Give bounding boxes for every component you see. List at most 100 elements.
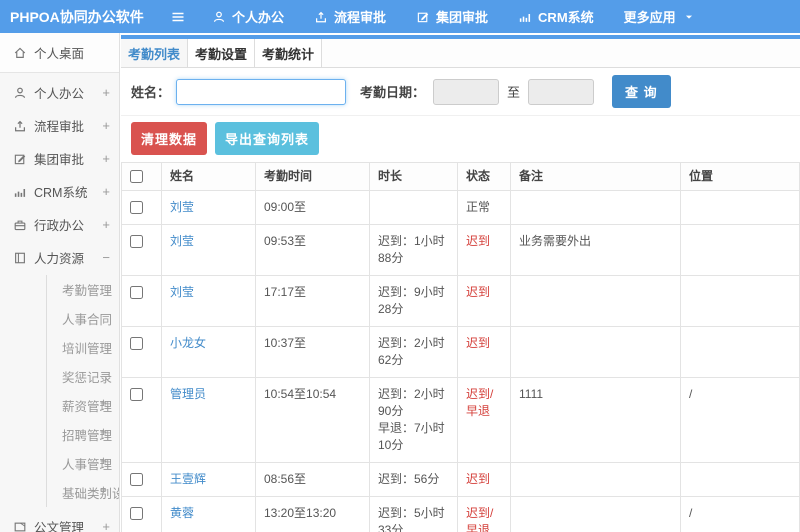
remark-cell	[510, 275, 681, 327]
table-row: 刘莹 09:53至 迟到：1小时88分 迟到 业务需要外出	[121, 224, 800, 276]
duration-cell: 迟到：5小时33分 早退：4小时67分	[369, 496, 458, 532]
attendance-time-cell: 08:56至	[255, 462, 370, 497]
topbar: PHPOA协同办公软件 个人办公 流程审批 集团审批 CRM系统 更多应用	[0, 0, 800, 33]
sidebar: 个人桌面 个人办公 + 流程审批 + 集团审批 + CRM系统 + 行政办公 + 人力资源 − 考勤管理人…	[0, 33, 120, 532]
attendance-time-cell: 10:37至	[255, 326, 370, 378]
topnav-item-0[interactable]: 个人办公	[212, 7, 284, 26]
tab-2[interactable]: 考勤统计	[255, 39, 322, 67]
topnav-item-1[interactable]: 流程审批	[314, 7, 386, 26]
table-header-row: 姓名 考勤时间 时长 状态 备注 位置	[121, 162, 800, 191]
row-checkbox[interactable]	[130, 388, 143, 402]
menu-icon	[172, 12, 184, 21]
sidebar-item-6[interactable]: 人力资源 −	[0, 241, 119, 274]
expand-toggle-icon: +	[102, 184, 110, 199]
query-button[interactable]: 查 询	[612, 75, 671, 108]
expand-toggle-icon: +	[99, 483, 107, 497]
attendance-time-cell: 09:53至	[255, 224, 370, 276]
topnav-item-label: 个人办公	[232, 10, 285, 25]
remark-cell	[510, 462, 681, 497]
hr-icon	[15, 252, 25, 263]
sidebar-submenu: 考勤管理人事合同培训管理奖惩记录薪资管理+招聘管理+人事管理+基础类别设置+	[46, 275, 119, 507]
remark-cell	[510, 190, 681, 225]
topnav-item-2[interactable]: 集团审批	[416, 7, 488, 26]
expand-toggle-icon: +	[99, 396, 107, 410]
table-row: 小龙女 10:37至 迟到：2小时62分 迟到	[121, 326, 800, 378]
sidebar-subitem-6-4[interactable]: 薪资管理 +	[47, 391, 119, 420]
clear-data-button[interactable]: 清理数据	[131, 122, 208, 155]
export-list-button[interactable]: 导出查询列表	[215, 122, 320, 155]
status-cell: 正常	[457, 190, 511, 225]
sidebar-subitem-6-7[interactable]: 基础类别设置+	[47, 478, 119, 507]
location-cell	[680, 190, 800, 225]
duration-cell	[369, 190, 458, 225]
sidebar-item-2[interactable]: 流程审批 +	[0, 109, 119, 142]
filter-form: 姓名： 考勤日期： 至 查 询	[121, 68, 800, 116]
expand-toggle-icon: +	[102, 118, 110, 133]
sidebar-item-7[interactable]: 公文管理 +	[0, 510, 119, 532]
row-checkbox[interactable]	[130, 473, 143, 487]
table-row: 刘莹 09:00至 正常	[121, 190, 800, 225]
sidebar-item-label: 流程审批	[34, 120, 85, 134]
duration-cell: 迟到：9小时28分	[369, 275, 458, 327]
table-row: 刘莹 17:17至 迟到：9小时28分 迟到	[121, 275, 800, 327]
attendance-time-cell: 13:20至13:20	[255, 496, 370, 532]
row-checkbox[interactable]	[130, 235, 143, 249]
menu-toggle-button[interactable]	[158, 9, 198, 25]
user-icon	[14, 87, 26, 98]
row-checkbox[interactable]	[130, 286, 143, 300]
sidebar-item-label: 个人办公	[34, 87, 85, 101]
employee-name-link[interactable]: 小龙女	[170, 336, 206, 350]
employee-name-link[interactable]: 刘莹	[170, 285, 194, 299]
chart-icon	[519, 13, 531, 22]
sidebar-subitem-6-1[interactable]: 人事合同	[47, 304, 119, 333]
sidebar-subitem-6-0[interactable]: 考勤管理	[47, 275, 119, 304]
location-cell: /	[680, 377, 800, 463]
status-cell: 迟到	[457, 462, 511, 497]
date-to-input[interactable]	[528, 78, 595, 105]
approve-icon	[14, 154, 26, 164]
sidebar-item-5[interactable]: 行政办公 +	[0, 208, 119, 241]
column-header-1: 考勤时间	[255, 162, 370, 191]
topnav-item-4[interactable]: 更多应用	[624, 7, 696, 26]
employee-name-link[interactable]: 黄蓉	[170, 506, 194, 520]
date-filter-label: 考勤日期：	[360, 85, 426, 100]
employee-name-link[interactable]: 王壹辉	[170, 472, 206, 486]
topnav-item-label: 流程审批	[334, 10, 387, 25]
row-checkbox[interactable]	[130, 201, 143, 215]
sidebar-item-1[interactable]: 个人办公 +	[0, 76, 119, 109]
row-checkbox[interactable]	[130, 337, 143, 351]
row-checkbox[interactable]	[130, 507, 143, 521]
attendance-time-cell: 10:54至10:54	[255, 377, 370, 463]
name-filter-input[interactable]	[176, 78, 347, 105]
column-header-5: 位置	[680, 162, 800, 191]
expand-toggle-icon: +	[99, 425, 107, 439]
header-checkbox[interactable]	[130, 170, 143, 184]
sidebar-subitem-6-2[interactable]: 培训管理	[47, 333, 119, 362]
column-header-2: 时长	[369, 162, 458, 191]
date-from-input[interactable]	[433, 78, 500, 105]
employee-name-link[interactable]: 刘莹	[170, 200, 194, 214]
sidebar-subitem-6-6[interactable]: 人事管理 +	[47, 449, 119, 478]
expand-toggle-icon: +	[102, 519, 110, 532]
caret-down-icon	[685, 15, 692, 19]
table-body: 刘莹 09:00至 正常 刘莹 09:53至 迟到：1小时88分 迟到 业务需要外出 刘莹 17:…	[121, 190, 800, 532]
duration-cell: 迟到：1小时88分	[369, 224, 458, 276]
sidebar-subitem-6-3[interactable]: 奖惩记录	[47, 362, 119, 391]
sidebar-item-3[interactable]: 集团审批 +	[0, 142, 119, 175]
employee-name-link[interactable]: 刘莹	[170, 234, 194, 248]
topnav-item-label: CRM系统	[538, 10, 594, 25]
topnav-item-3[interactable]: CRM系统	[518, 7, 594, 26]
employee-name-link[interactable]: 管理员	[170, 387, 206, 401]
sidebar-item-4[interactable]: CRM系统 +	[0, 175, 119, 208]
remark-cell	[510, 326, 681, 378]
expand-toggle-icon: +	[102, 217, 110, 232]
topnav-item-label: 集团审批	[436, 10, 489, 25]
tab-0[interactable]: 考勤列表	[121, 39, 188, 67]
tab-1[interactable]: 考勤设置	[188, 39, 255, 67]
remark-cell: 1111	[510, 377, 681, 463]
document-icon	[14, 522, 26, 531]
sidebar-item-0[interactable]: 个人桌面	[0, 33, 119, 73]
location-cell	[680, 462, 800, 497]
sidebar-subitem-label: 考勤管理	[62, 284, 113, 298]
sidebar-subitem-6-5[interactable]: 招聘管理 +	[47, 420, 119, 449]
